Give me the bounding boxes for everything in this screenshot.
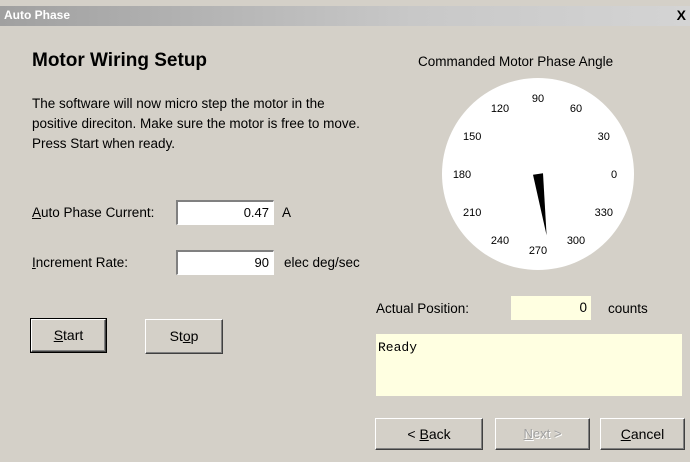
close-icon[interactable]: X [677,7,686,23]
dial-tick-label: 240 [491,235,509,247]
title-bar[interactable]: Auto Phase X [0,6,690,26]
increment-rate-label: Increment Rate: [32,255,129,270]
stop-button[interactable]: Stop [145,319,223,354]
start-button[interactable]: Start [30,318,107,353]
auto-phase-current-field[interactable]: 0.47 [176,200,274,225]
status-box: Ready [376,334,682,396]
instructions-text: The software will now micro step the mot… [32,96,360,151]
cancel-button[interactable]: Cancel [600,418,685,450]
dial-tick-label: 300 [567,235,585,247]
next-button[interactable]: Next > [495,418,590,450]
position-unit-label: counts [608,301,648,316]
dial-tick-label: 120 [491,103,509,115]
dial-tick-label: 150 [463,131,481,143]
dial-tick-label: 270 [529,245,547,257]
dial-tick-label: 90 [532,93,544,105]
phase-angle-dial: 0 30 60 90 120 150 180 210 240 270 300 330 [442,78,634,270]
actual-position-value: 0 [511,296,591,320]
auto-phase-window: Auto Phase X Motor Wiring Setup The soft… [0,0,690,462]
dial-tick-label: 60 [570,103,582,115]
dial-tick-label: 210 [463,207,481,219]
back-button[interactable]: < Back [375,418,483,450]
rate-unit-label: elec deg/sec [284,255,360,270]
dial-title: Commanded Motor Phase Angle [418,54,614,69]
increment-rate-field[interactable]: 90 [176,250,274,275]
actual-position-label: Actual Position: [376,301,470,316]
dial-tick-label: 180 [453,169,471,181]
dial-tick-label: 30 [598,131,610,143]
dial-tick-label: 0 [611,169,617,181]
page-title: Motor Wiring Setup [32,50,208,71]
current-unit-label: A [282,205,292,220]
dial-tick-label: 330 [595,207,613,219]
auto-phase-current-label: Auto Phase Current: [32,205,155,220]
window-title: Auto Phase [4,8,71,22]
